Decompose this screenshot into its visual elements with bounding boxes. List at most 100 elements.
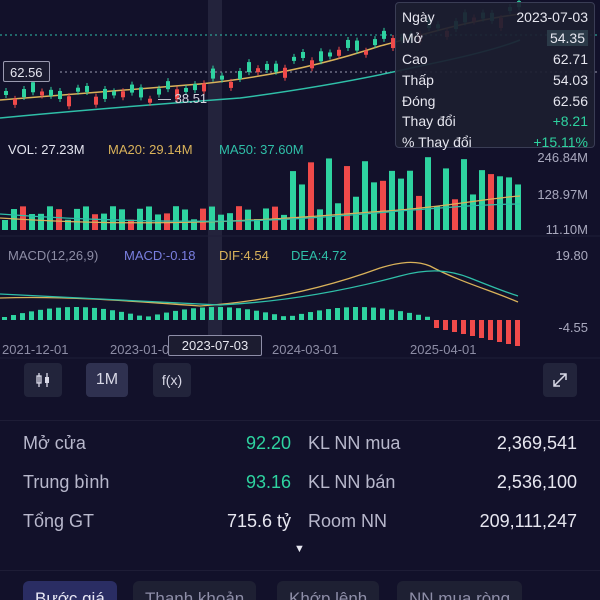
volume-bar	[317, 209, 323, 230]
volume-bar	[20, 206, 26, 230]
period-button[interactable]: 1M	[86, 363, 128, 397]
macd-bar	[2, 317, 7, 320]
volume-bar	[371, 182, 377, 230]
macd-bar	[11, 315, 16, 320]
candlestick-icon[interactable]	[24, 363, 62, 397]
volume-bar	[308, 162, 314, 230]
macd-bar	[479, 320, 484, 338]
candle-body	[301, 51, 305, 58]
candle-body	[328, 52, 332, 57]
tab-khop-lenh[interactable]: Khớp lệnh	[277, 581, 380, 600]
volume-bar	[47, 206, 53, 230]
volume-bar	[380, 180, 386, 230]
candle-body	[112, 91, 116, 96]
macd-value: MACD:-0.18	[124, 248, 196, 263]
volume-bar	[218, 214, 224, 230]
expand-icon[interactable]	[543, 363, 577, 397]
candle-body	[76, 87, 80, 92]
macd-bar	[128, 313, 133, 320]
crosshair-tooltip: Ngày 2023-07-03 Mở 54.35 Cao 62.71 Thấp 54.0…	[395, 2, 595, 151]
macd-bar	[119, 311, 124, 320]
tooltip-value: 54.35	[546, 30, 588, 47]
macd-title: MACD(12,26,9)	[8, 248, 99, 263]
volume-bar	[443, 168, 449, 230]
tooltip-label: Đóng	[402, 92, 436, 109]
macd-bar	[371, 307, 376, 320]
vol-axis-max: 246.84M	[537, 150, 588, 165]
tooltip-row-open: Mở 54.35	[402, 28, 588, 49]
candle-body	[319, 51, 323, 62]
volume-bar	[56, 209, 62, 230]
macd-bar	[461, 320, 466, 334]
macd-bar	[425, 316, 430, 320]
volume-bar	[236, 206, 242, 230]
volume-bar	[389, 170, 395, 230]
volume-bar	[407, 170, 413, 230]
stat-label: Mở cửa	[23, 433, 86, 453]
macd-bar	[65, 307, 70, 320]
tab-thanh-khoan[interactable]: Thanh khoản	[133, 581, 257, 600]
date-label: 2023-01-02	[110, 342, 177, 357]
candle-body	[49, 89, 53, 96]
macd-bar	[317, 310, 322, 320]
macd-bar	[272, 314, 277, 320]
tooltip-row-close: Đóng 62.56	[402, 90, 588, 111]
candle-body	[238, 71, 242, 80]
candle-body	[346, 39, 350, 48]
macd-bar	[92, 307, 97, 320]
macd-bar	[110, 310, 115, 320]
macd-bar	[38, 309, 43, 320]
tooltip-label: Ngày	[402, 9, 435, 26]
macd-bar	[173, 310, 178, 320]
candle-body	[85, 85, 89, 92]
ma50-label: MA50: 37.60M	[219, 142, 304, 157]
volume-bar	[110, 206, 116, 230]
dea-value: DEA:4.72	[291, 248, 347, 263]
stat-label: Trung bình	[23, 472, 110, 492]
macd-bar	[434, 320, 439, 328]
macd-bar	[281, 316, 286, 320]
current-price-tag: 62.56	[3, 61, 50, 82]
stat-value: 715.6 tỷ	[226, 511, 291, 531]
tooltip-value: 54.03	[552, 71, 588, 88]
volume-bar	[515, 184, 521, 230]
crosshair-band	[208, 0, 222, 340]
macd-bar	[209, 307, 214, 320]
low-price-value: 38.51	[174, 91, 208, 106]
tab-nn-mua-rong[interactable]: NN mua ròng	[397, 581, 523, 600]
macd-bar	[200, 307, 205, 320]
function-icon[interactable]: f(x)	[153, 363, 191, 397]
volume-bar	[146, 206, 152, 230]
candle-body	[364, 50, 368, 55]
volume-bar	[497, 176, 503, 230]
macd-axis-min: -4.55	[558, 320, 588, 335]
macd-bar	[299, 313, 304, 320]
tooltip-value: +15.11%	[533, 134, 588, 151]
macd-bar	[146, 316, 151, 320]
expand-stats-arrow-icon[interactable]: ▼	[294, 543, 305, 555]
stat-label: Room NN	[308, 511, 388, 531]
macd-bar	[182, 309, 187, 320]
macd-bar	[191, 308, 196, 320]
candle-body	[139, 87, 143, 98]
volume-bar	[74, 208, 80, 230]
tooltip-row-low: Thấp 54.03	[402, 69, 588, 90]
volume-bar	[137, 208, 143, 230]
candle-body	[121, 91, 125, 98]
tab-buoc-gia[interactable]: Bước giá	[23, 581, 117, 600]
macd-bar	[164, 312, 169, 320]
tooltip-label: Mở	[402, 30, 423, 47]
candle-body	[220, 75, 224, 80]
candle-body	[247, 62, 251, 73]
candle-body	[382, 30, 386, 39]
stat-value: 209,111,247	[479, 511, 577, 531]
macd-bar	[488, 320, 493, 340]
volume-bar	[281, 214, 287, 230]
candle-body	[94, 96, 98, 105]
volume-bar	[398, 178, 404, 230]
stat-value: 93.16	[245, 472, 291, 492]
candle-body	[103, 88, 107, 99]
stat-label: KL NN bán	[308, 472, 396, 492]
volume-bar	[173, 206, 179, 230]
macd-bar	[407, 312, 412, 320]
